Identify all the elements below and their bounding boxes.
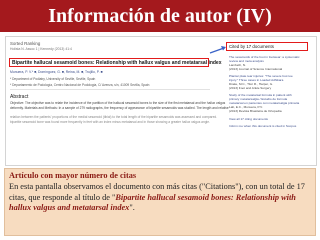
- abstract-line: Objective: The objective was to relate t…: [10, 101, 226, 105]
- caption-text: En esta pantalla observamos el documento…: [9, 182, 311, 214]
- journal-reference: Holista N. Assoc 1 | Kennedy (2013) 41:4: [10, 47, 72, 51]
- cited-item-source: (2013) Journal of Science International: [229, 67, 283, 71]
- caption-box: Artículo con mayor número de citas En es…: [4, 168, 316, 236]
- cited-item-source: (2013) Revista Brasileira de Ortopedia: [229, 109, 282, 113]
- caption-heading: Artículo con mayor número de citas: [9, 171, 137, 180]
- author-list[interactable]: Munuera, P. V.* ■, Domínguez, G. ■, Rein…: [10, 70, 103, 74]
- caption-text-end: ".: [129, 203, 135, 212]
- affiliation-2: * Departamento de Podología, Centro Naci…: [10, 82, 150, 87]
- citation-alert-link[interactable]: Inform me when this document is cited in…: [229, 124, 296, 128]
- slide-title: Información de autor (IV): [48, 5, 272, 27]
- cited-item-source: (2013) Foot and Ankle Surgery: [229, 86, 272, 90]
- abstract-line: deformity. Materials and Methods: In a s…: [10, 106, 229, 110]
- divider: [10, 89, 210, 90]
- scopus-screenshot: Sorted Ranking Holista N. Assoc 1 | Kenn…: [5, 36, 317, 166]
- sorted-ranking-label[interactable]: Sorted Ranking: [10, 41, 40, 46]
- abstract-heading: Abstract: [10, 94, 29, 100]
- affiliation-1: * Department of Podiatry, University of …: [10, 77, 96, 81]
- abstract-line: relation between the patients' proportio…: [10, 115, 218, 119]
- slide: Información de autor (IV) Sorted Ranking…: [0, 0, 320, 240]
- view-all-citing-link[interactable]: View all 17 citing documents: [229, 117, 268, 121]
- cited-by-count[interactable]: Cited by 17 documents: [229, 44, 274, 49]
- arrow-icon: [209, 46, 226, 54]
- title-bar: Información de autor (IV): [0, 0, 320, 32]
- abstract-line: bipartite sesamoid bone was found more f…: [10, 120, 210, 124]
- paper-title[interactable]: Bipartite hallucal sesamoid bones: Relat…: [12, 60, 222, 66]
